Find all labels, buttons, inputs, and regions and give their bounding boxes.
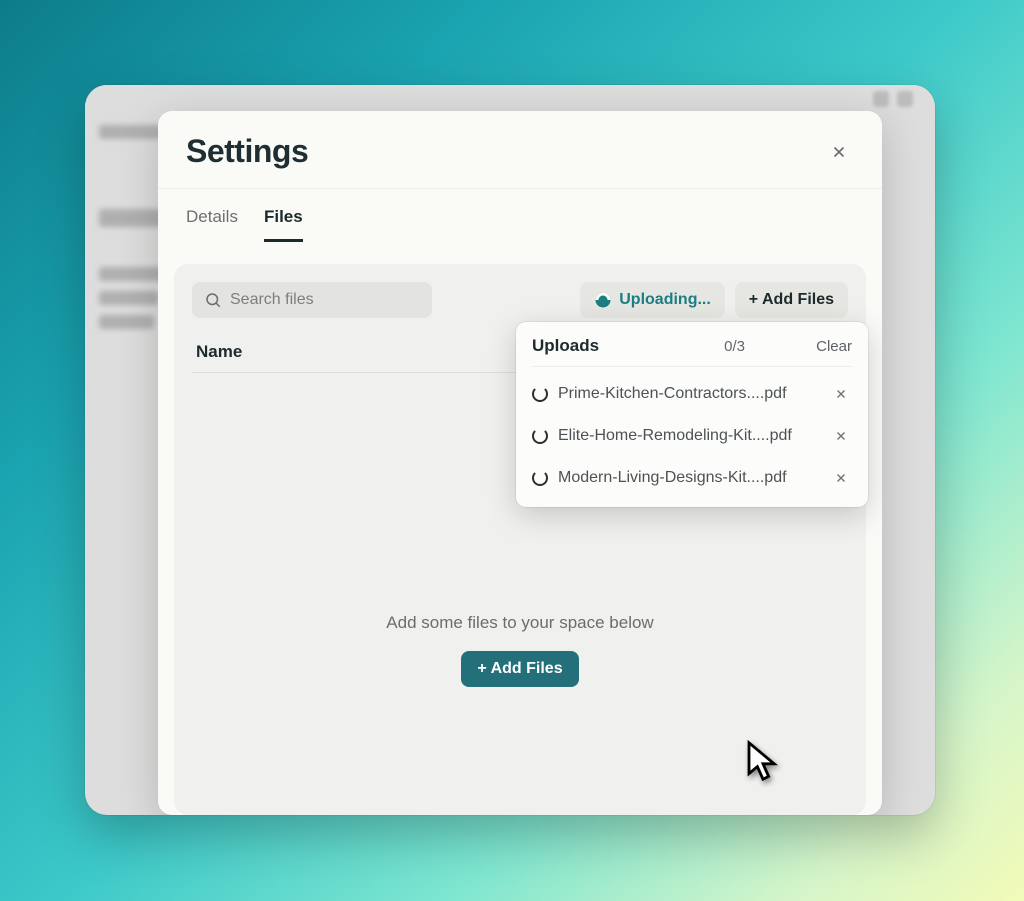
- settings-modal: Settings Details Files Uploading... + Ad: [158, 111, 882, 815]
- upload-row: Prime-Kitchen-Contractors....pdf: [532, 373, 852, 415]
- tab-files[interactable]: Files: [264, 207, 303, 242]
- uploads-title: Uploads: [532, 336, 599, 356]
- add-files-button-top[interactable]: + Add Files: [735, 282, 848, 318]
- app-window: Settings Details Files Uploading... + Ad: [85, 85, 935, 815]
- upload-filename: Modern-Living-Designs-Kit....pdf: [558, 469, 820, 487]
- window-controls-blurred: [873, 91, 913, 107]
- files-panel: Uploading... + Add Files Name Add some f…: [174, 264, 866, 815]
- close-icon: [834, 471, 848, 485]
- upload-status-button[interactable]: Uploading...: [580, 282, 725, 318]
- uploads-clear-button[interactable]: Clear: [816, 338, 852, 355]
- uploads-popover: Uploads 0/3 Clear Prime-Kitchen-Contract…: [516, 322, 868, 507]
- add-files-button-center[interactable]: + Add Files: [461, 651, 578, 687]
- close-icon: [830, 143, 848, 161]
- upload-status-label: Uploading...: [619, 291, 711, 309]
- spinner-badge-icon: [594, 291, 612, 309]
- tab-details[interactable]: Details: [186, 207, 238, 242]
- window-topbar: [85, 85, 935, 113]
- tabs-bar: Details Files: [158, 189, 882, 242]
- empty-state: Add some files to your space below + Add…: [192, 613, 848, 687]
- search-input[interactable]: [230, 291, 420, 309]
- close-icon: [834, 429, 848, 443]
- search-field-wrapper[interactable]: [192, 282, 432, 318]
- upload-row: Elite-Home-Remodeling-Kit....pdf: [532, 415, 852, 457]
- spinner-icon: [532, 470, 548, 486]
- close-icon: [834, 387, 848, 401]
- search-icon: [204, 291, 222, 309]
- empty-message: Add some files to your space below: [192, 613, 848, 633]
- uploads-popover-header: Uploads 0/3 Clear: [532, 336, 852, 367]
- upload-row: Modern-Living-Designs-Kit....pdf: [532, 457, 852, 499]
- upload-cancel-button[interactable]: [830, 425, 852, 447]
- upload-cancel-button[interactable]: [830, 383, 852, 405]
- modal-header: Settings: [158, 111, 882, 189]
- spinner-icon: [532, 428, 548, 444]
- upload-cancel-button[interactable]: [830, 467, 852, 489]
- spinner-icon: [532, 386, 548, 402]
- modal-title: Settings: [186, 133, 308, 170]
- panel-toolbar: Uploading... + Add Files: [192, 282, 848, 318]
- upload-filename: Prime-Kitchen-Contractors....pdf: [558, 385, 820, 403]
- uploads-count: 0/3: [724, 338, 745, 355]
- upload-filename: Elite-Home-Remodeling-Kit....pdf: [558, 427, 820, 445]
- close-button[interactable]: [824, 137, 854, 167]
